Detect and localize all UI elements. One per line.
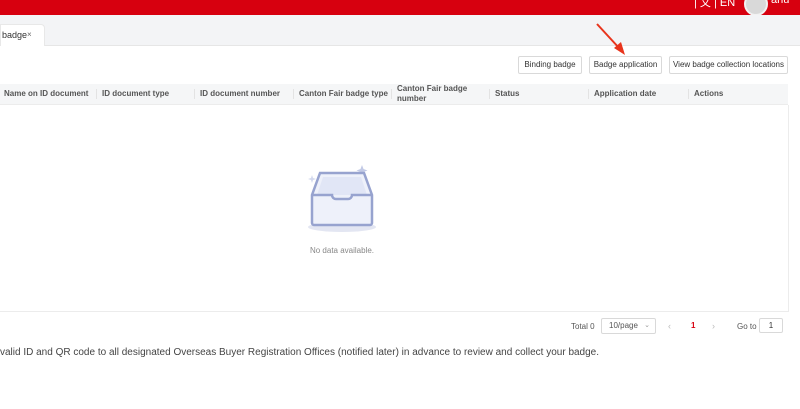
top-header-bar: | 文 | EN anu (0, 0, 800, 16)
column-header: Name on ID document (4, 89, 89, 98)
goto-label: Go to (737, 322, 757, 331)
badge-application-button[interactable]: Badge application (589, 56, 662, 74)
notice-text: valid ID and QR code to all designated O… (0, 347, 600, 358)
user-name[interactable]: anu (771, 0, 789, 6)
goto-page-input[interactable]: 1 (759, 318, 783, 333)
tab-badge[interactable]: badge × (0, 24, 45, 46)
red-arrow-annotation (596, 23, 625, 55)
language-switcher[interactable]: | 文 | EN (694, 0, 735, 10)
empty-state-text: No data available. (309, 246, 375, 255)
total-count: Total 0 (571, 322, 595, 331)
avatar[interactable] (744, 0, 768, 16)
table-body (0, 105, 789, 312)
table-header: Name on ID document ID document type ID … (0, 84, 788, 105)
next-page-icon[interactable]: › (712, 321, 715, 331)
page-size-value: 10/page (609, 321, 638, 330)
close-icon[interactable]: × (27, 25, 32, 45)
binding-badge-button[interactable]: Binding badge (518, 56, 582, 74)
view-collection-locations-button[interactable]: View badge collection locations (669, 56, 788, 74)
column-header: Canton Fair badge type (299, 89, 388, 98)
column-header: Actions (694, 89, 724, 98)
column-header: Status (495, 89, 520, 98)
column-header: Canton Fair badge number (397, 84, 468, 103)
chevron-down-icon: ⌄ (644, 322, 650, 329)
column-header: Application date (594, 89, 657, 98)
empty-box-icon (308, 165, 376, 232)
tab-bar: badge × (0, 15, 800, 46)
prev-page-icon[interactable]: ‹ (668, 321, 671, 331)
column-header: ID document number (200, 89, 281, 98)
column-header: ID document type (102, 89, 170, 98)
tab-label: badge (2, 30, 28, 40)
current-page-number[interactable]: 1 (691, 321, 695, 330)
page-size-select[interactable]: 10/page ⌄ (601, 318, 656, 334)
